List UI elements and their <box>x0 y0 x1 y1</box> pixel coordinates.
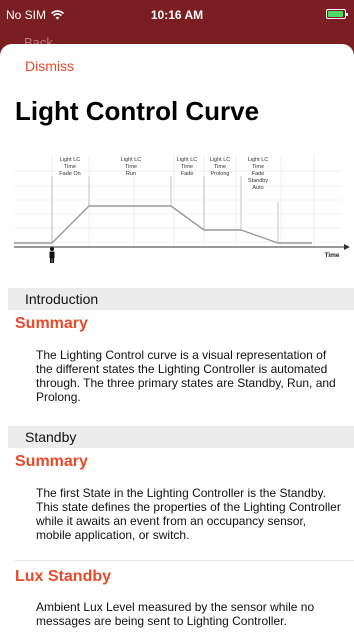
state-label-fade-on: Light LC Time Fade On <box>59 157 80 177</box>
light-level-curve <box>14 205 312 244</box>
lux-standby-text: Ambient Lux Level measured by the sensor… <box>36 600 315 628</box>
state-label-run: Light LC Time Run <box>121 157 142 177</box>
section-header-label: Introduction <box>25 291 99 307</box>
axis-arrow-icon <box>344 244 350 250</box>
modal-sheet: Dismiss Light Control Curve Light LC Time… <box>0 44 354 644</box>
summary-text: The Lighting Control curve is a visual r… <box>36 348 336 404</box>
state-label-prolong: Light LC Time Prolong <box>210 157 231 177</box>
light-control-curve-diagram: Light LC Time Fade On Light LC Time Run Ligh… <box>14 155 350 263</box>
axis-label: Time <box>324 252 339 259</box>
dismiss-button[interactable]: Dismiss <box>25 58 74 74</box>
lux-standby-heading: Lux Standby <box>15 568 112 585</box>
page-title: Light Control Curve <box>15 96 260 126</box>
state-label-fade: Light LC Time Fade <box>177 157 198 177</box>
status-bar: No SIM 10:16 AM <box>0 0 354 30</box>
person-icon <box>49 247 55 263</box>
battery-charging-icon <box>326 9 348 19</box>
section-header-introduction: Introduction <box>8 288 354 310</box>
divider <box>15 560 354 561</box>
status-time: 10:16 AM <box>150 8 204 22</box>
summary-heading: Summary <box>15 315 88 332</box>
section-header-label: Standby <box>25 429 77 445</box>
diagram-grid <box>14 155 340 247</box>
section-header-standby: Standby <box>8 426 354 448</box>
standby-summary-text: The first State in the Lighting Controll… <box>36 486 341 542</box>
standby-summary-heading: Summary <box>15 453 88 470</box>
